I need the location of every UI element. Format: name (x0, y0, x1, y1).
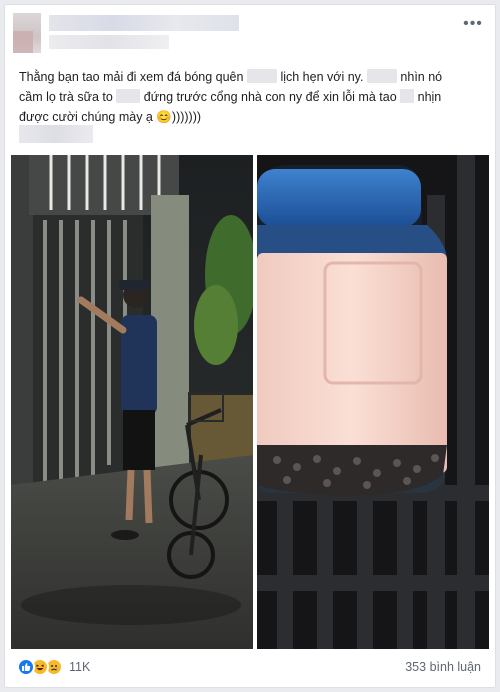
redacted-word (366, 69, 397, 83)
tagged-blurred[interactable] (19, 125, 93, 143)
photo-right[interactable] (257, 155, 489, 649)
redacted-word (400, 89, 415, 103)
comment-count-link[interactable]: 353 bình luận (405, 660, 481, 674)
post-header: ••• (13, 13, 489, 53)
post-line-2: cầm lọ trà sữa to đứng trước cổng nhà co… (19, 89, 442, 104)
post-card: ••• Thằng bạn tao mải đi xem đá bóng quê… (4, 4, 496, 688)
post-meta-blurred (49, 35, 169, 49)
like-icon (17, 658, 35, 676)
photo-grid (11, 155, 489, 649)
post-body: Thằng bạn tao mải đi xem đá bóng quên lị… (19, 67, 487, 127)
author-name-blurred[interactable] (49, 15, 239, 31)
photo-left-image (11, 155, 253, 649)
post-line-3: được cười chúng mày ạ 😊))))))) (19, 110, 202, 124)
reaction-count: 11K (69, 660, 91, 674)
redacted-word (116, 89, 141, 103)
avatar-blur (13, 31, 33, 53)
photo-left[interactable] (11, 155, 253, 649)
more-options-button[interactable]: ••• (463, 16, 483, 35)
post-line-1: Thằng bạn tao mải đi xem đá bóng quên lị… (19, 69, 443, 84)
photo-right-image (257, 155, 489, 649)
redacted-word (246, 69, 277, 83)
more-horizontal-icon: ••• (463, 15, 483, 32)
reactions-summary[interactable]: 11K (17, 657, 90, 677)
